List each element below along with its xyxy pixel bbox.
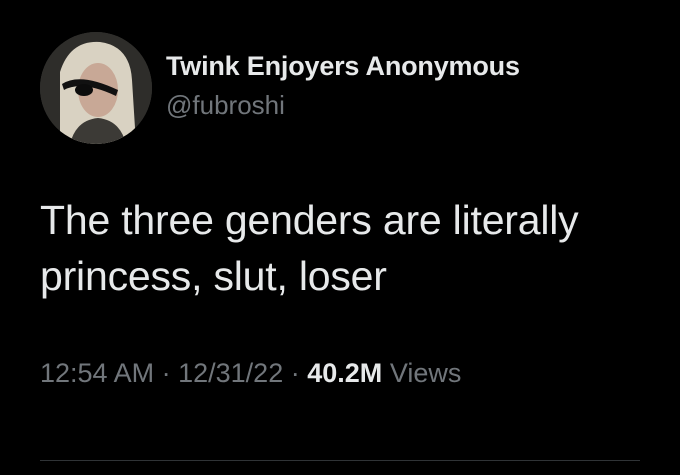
tweet-date[interactable]: 12/31/22 — [178, 358, 283, 388]
tweet-text-line: princess, slut, loser — [40, 253, 387, 299]
divider — [40, 460, 640, 461]
tweet-text: The three genders are literally princess… — [40, 192, 660, 304]
display-name[interactable]: Twink Enjoyers Anonymous — [166, 51, 520, 82]
user-handle[interactable]: @fubroshi — [166, 90, 285, 121]
tweet-metadata: 12:54 AM · 12/31/22 · 40.2M Views — [40, 358, 461, 389]
views-label: Views — [389, 358, 462, 388]
tweet-time[interactable]: 12:54 AM — [40, 358, 154, 388]
meta-separator: · — [290, 358, 300, 388]
meta-separator: · — [161, 358, 171, 388]
tweet-text-line: The three genders are literally — [40, 197, 579, 243]
views-count[interactable]: 40.2M — [307, 358, 382, 388]
avatar[interactable] — [40, 32, 152, 144]
profile-avatar-image — [40, 32, 152, 144]
